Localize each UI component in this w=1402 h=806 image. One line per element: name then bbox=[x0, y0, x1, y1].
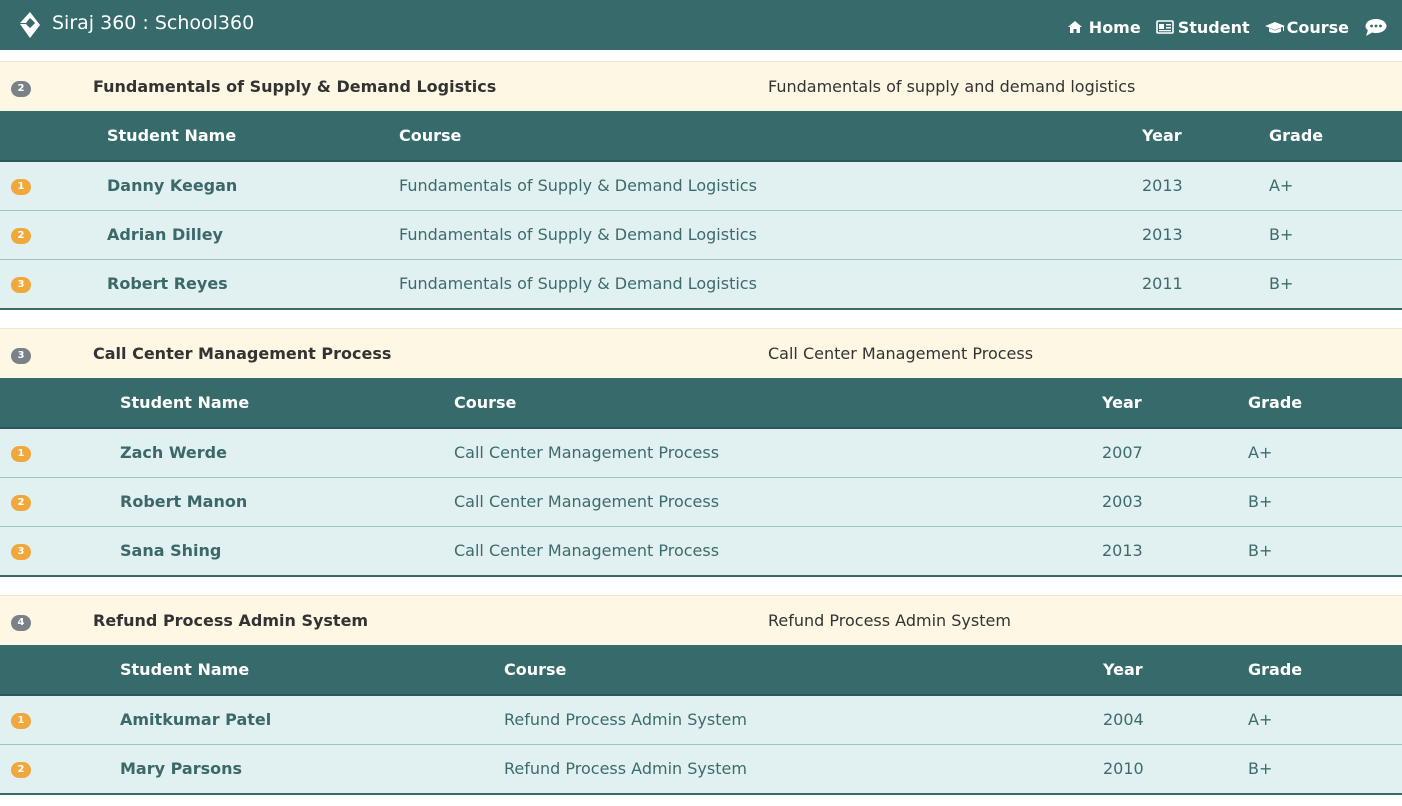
table-row[interactable]: 3 Sana Shing Call Center Management Proc… bbox=[0, 527, 1402, 577]
student-name[interactable]: Sana Shing bbox=[120, 527, 221, 575]
student-name[interactable]: Zach Werde bbox=[120, 429, 227, 477]
student-grade: B+ bbox=[1269, 225, 1294, 244]
nav-menu: Home Student Course bbox=[1067, 0, 1388, 50]
course-title: Fundamentals of Supply & Demand Logistic… bbox=[93, 77, 497, 96]
student-name[interactable]: Amitkumar Patel bbox=[120, 696, 271, 744]
column-student-name[interactable]: Student Name bbox=[120, 645, 249, 694]
course-group: 4 Refund Process Admin System Refund Pro… bbox=[0, 595, 1402, 795]
course-number-badge: 4 bbox=[11, 615, 31, 631]
student-name[interactable]: Adrian Dilley bbox=[107, 211, 223, 259]
student-course: Call Center Management Process bbox=[454, 541, 720, 560]
home-icon bbox=[1067, 19, 1085, 35]
column-student-name[interactable]: Student Name bbox=[120, 378, 249, 427]
nav-student-label: Student bbox=[1177, 17, 1250, 37]
table-row[interactable]: 1 Danny Keegan Fundamentals of Supply & … bbox=[0, 162, 1402, 211]
table-row[interactable]: 1 Amitkumar Patel Refund Process Admin S… bbox=[0, 696, 1402, 745]
nav-home-label: Home bbox=[1088, 17, 1141, 37]
table-row[interactable]: 2 Adrian Dilley Fundamentals of Supply &… bbox=[0, 211, 1402, 260]
student-year: 2007 bbox=[1102, 443, 1143, 462]
nav-course-label: Course bbox=[1286, 17, 1349, 37]
student-grade: B+ bbox=[1248, 759, 1273, 778]
student-year: 2013 bbox=[1102, 541, 1143, 560]
student-course: Refund Process Admin System bbox=[504, 759, 747, 778]
table-row[interactable]: 1 Zach Werde Call Center Management Proc… bbox=[0, 429, 1402, 478]
id-card-icon bbox=[1155, 19, 1174, 35]
table-header: Student Name Course Year Grade bbox=[0, 378, 1402, 429]
student-course: Fundamentals of Supply & Demand Logistic… bbox=[399, 274, 757, 293]
column-grade[interactable]: Grade bbox=[1269, 111, 1323, 160]
course-title: Refund Process Admin System bbox=[93, 611, 369, 630]
row-index-badge: 3 bbox=[11, 277, 31, 293]
course-group-header: 4 Refund Process Admin System Refund Pro… bbox=[0, 595, 1402, 645]
student-year: 2013 bbox=[1142, 225, 1183, 244]
brand[interactable]: Siraj 360 : School360 bbox=[16, 0, 254, 50]
row-index-badge: 2 bbox=[11, 228, 31, 244]
student-course: Fundamentals of Supply & Demand Logistic… bbox=[399, 225, 757, 244]
student-name[interactable]: Danny Keegan bbox=[107, 162, 237, 210]
course-description: Call Center Management Process bbox=[768, 344, 1034, 363]
row-index-badge: 1 bbox=[11, 179, 31, 195]
nav-student-link[interactable]: Student bbox=[1155, 14, 1250, 37]
student-year: 2003 bbox=[1102, 492, 1143, 511]
brand-title: Siraj 360 : School360 bbox=[52, 12, 255, 34]
student-name[interactable]: Robert Reyes bbox=[107, 260, 228, 308]
chat-icon[interactable] bbox=[1364, 13, 1388, 37]
column-course[interactable]: Course bbox=[454, 378, 516, 427]
column-year[interactable]: Year bbox=[1102, 378, 1142, 427]
row-index-badge: 1 bbox=[11, 713, 31, 729]
course-number-badge: 2 bbox=[11, 81, 31, 97]
table-row[interactable]: 2 Robert Manon Call Center Management Pr… bbox=[0, 478, 1402, 527]
graduation-cap-icon bbox=[1264, 19, 1285, 35]
column-course[interactable]: Course bbox=[399, 111, 461, 160]
table-row[interactable]: 2 Mary Parsons Refund Process Admin Syst… bbox=[0, 745, 1402, 795]
course-group-header: 2 Fundamentals of Supply & Demand Logist… bbox=[0, 61, 1402, 111]
column-grade[interactable]: Grade bbox=[1248, 645, 1302, 694]
course-description: Refund Process Admin System bbox=[768, 611, 1011, 630]
student-grade: A+ bbox=[1269, 176, 1294, 195]
table-header: Student Name Course Year Grade bbox=[0, 111, 1402, 162]
student-year: 2013 bbox=[1142, 176, 1183, 195]
column-year[interactable]: Year bbox=[1142, 111, 1182, 160]
student-grade: B+ bbox=[1248, 492, 1273, 511]
student-grade: B+ bbox=[1248, 541, 1273, 560]
student-grade: A+ bbox=[1248, 443, 1273, 462]
course-number-badge: 3 bbox=[11, 348, 31, 364]
student-grade: A+ bbox=[1248, 710, 1273, 729]
course-group: 3 Call Center Management Process Call Ce… bbox=[0, 328, 1402, 577]
student-year: 2004 bbox=[1103, 710, 1144, 729]
row-index-badge: 1 bbox=[11, 446, 31, 462]
row-index-badge: 3 bbox=[11, 544, 31, 560]
student-name[interactable]: Robert Manon bbox=[120, 478, 247, 526]
student-course: Call Center Management Process bbox=[454, 492, 720, 511]
student-course: Refund Process Admin System bbox=[504, 710, 747, 729]
row-index-badge: 2 bbox=[11, 495, 31, 511]
student-year: 2010 bbox=[1103, 759, 1144, 778]
course-group: 2 Fundamentals of Supply & Demand Logist… bbox=[0, 61, 1402, 310]
course-group-header: 3 Call Center Management Process Call Ce… bbox=[0, 328, 1402, 378]
school360-logo-icon bbox=[16, 11, 44, 39]
nav-course-link[interactable]: Course bbox=[1264, 14, 1349, 37]
top-navbar: Siraj 360 : School360 Home Student Cours… bbox=[0, 0, 1402, 50]
column-student-name[interactable]: Student Name bbox=[107, 111, 236, 160]
column-course[interactable]: Course bbox=[504, 645, 566, 694]
student-course: Call Center Management Process bbox=[454, 443, 720, 462]
row-index-badge: 2 bbox=[11, 762, 31, 778]
course-description: Fundamentals of supply and demand logist… bbox=[768, 77, 1136, 96]
course-title: Call Center Management Process bbox=[93, 344, 392, 363]
student-year: 2011 bbox=[1142, 274, 1183, 293]
column-grade[interactable]: Grade bbox=[1248, 378, 1302, 427]
nav-home-link[interactable]: Home bbox=[1067, 14, 1141, 37]
student-name[interactable]: Mary Parsons bbox=[120, 745, 242, 793]
table-row[interactable]: 3 Robert Reyes Fundamentals of Supply & … bbox=[0, 260, 1402, 310]
student-grade: B+ bbox=[1269, 274, 1294, 293]
table-header: Student Name Course Year Grade bbox=[0, 645, 1402, 696]
student-course: Fundamentals of Supply & Demand Logistic… bbox=[399, 176, 757, 195]
column-year[interactable]: Year bbox=[1103, 645, 1143, 694]
